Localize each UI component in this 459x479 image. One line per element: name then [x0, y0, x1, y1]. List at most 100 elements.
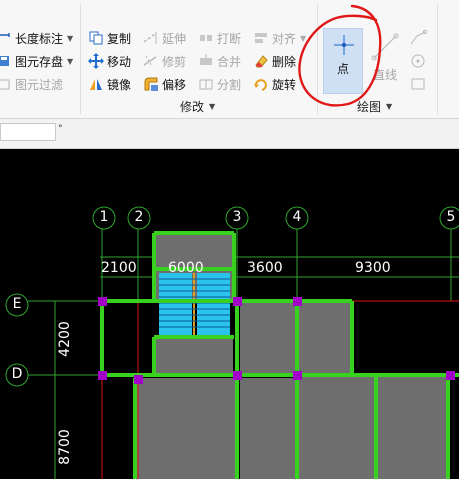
trim-icon	[143, 53, 159, 69]
offset-icon	[143, 76, 159, 92]
stair-left	[159, 273, 192, 335]
draw-group-title: 绘图	[357, 100, 382, 114]
save-element-icon	[0, 53, 12, 69]
align-icon	[253, 30, 269, 46]
align-button[interactable]: 对齐 ▼	[253, 28, 306, 48]
split-label: 分割	[217, 77, 242, 92]
column-d2[interactable]	[134, 375, 143, 384]
extend-button[interactable]: 延伸	[143, 28, 186, 48]
rotate-label: 旋转	[272, 77, 297, 92]
circle-icon	[411, 54, 425, 68]
split-icon	[198, 76, 214, 92]
ribbon-toolbar: 长度标注 ▼ 图元存盘 ▼ 图元过滤 复制 移动 镜像 延伸 修剪 偏移 打断 …	[0, 0, 459, 119]
ribbon-separator	[437, 4, 438, 114]
break-button[interactable]: 打断	[198, 28, 241, 48]
column-d3[interactable]	[233, 371, 242, 380]
element-filter-button[interactable]: 图元过滤	[0, 74, 63, 94]
rectangle-button[interactable]	[408, 74, 428, 94]
filter-icon	[0, 76, 12, 92]
column-d1[interactable]	[98, 371, 107, 380]
merge-icon	[198, 53, 214, 69]
axis-label-4: 4	[292, 209, 302, 225]
column-e4[interactable]	[293, 297, 302, 306]
copy-button[interactable]: 复制	[88, 28, 131, 48]
slab-e34	[240, 303, 296, 375]
circle-button[interactable]	[408, 51, 428, 71]
dim-2100: 2100	[101, 260, 137, 276]
drawing-canvas[interactable]: 1 2 3 4 5 E D 2100 6000 3600 9300 4200 8…	[0, 149, 459, 479]
move-icon	[88, 53, 104, 69]
break-icon	[198, 30, 214, 46]
delete-button[interactable]: 删除	[253, 51, 296, 71]
dim-3600: 3600	[247, 260, 283, 276]
dim-8700: 8700	[57, 429, 73, 465]
copy-label: 复制	[107, 31, 132, 46]
axis-label-d: D	[11, 366, 23, 382]
split-button[interactable]: 分割	[198, 74, 241, 94]
move-button[interactable]: 移动	[88, 51, 131, 71]
line-button[interactable]	[368, 28, 402, 68]
break-label: 打断	[217, 31, 242, 46]
rotate-icon	[253, 76, 269, 92]
axis-label-5: 5	[446, 209, 456, 225]
element-filter-label: 图元过滤	[15, 77, 64, 92]
merge-label: 合并	[217, 54, 242, 69]
line-label-button[interactable]: 直线	[373, 64, 397, 84]
property-bar: °	[0, 119, 459, 149]
trim-button[interactable]: 修剪	[143, 51, 186, 71]
point-button[interactable]: 点	[323, 28, 363, 94]
column-d5[interactable]	[446, 371, 455, 380]
stair	[159, 273, 230, 335]
rotate-button[interactable]: 旋转	[253, 74, 296, 94]
ribbon-separator	[317, 4, 318, 114]
extend-label: 延伸	[162, 31, 187, 46]
offset-label: 偏移	[162, 77, 187, 92]
save-element-button[interactable]: 图元存盘 ▼	[0, 51, 73, 71]
extend-icon	[143, 30, 159, 46]
column-e3[interactable]	[233, 297, 242, 306]
chevron-down-icon: ▼	[300, 33, 307, 43]
dim-4200: 4200	[57, 321, 73, 357]
ribbon-separator	[80, 4, 81, 114]
slab-d23	[137, 378, 239, 479]
copy-icon	[88, 30, 104, 46]
axis-label-2: 2	[134, 209, 144, 225]
offset-button[interactable]: 偏移	[143, 74, 186, 94]
point-label: 点	[336, 62, 349, 76]
modify-group-title: 修改	[180, 100, 205, 114]
chevron-down-icon: ▼	[209, 102, 216, 111]
delete-icon	[253, 53, 269, 69]
line-label: 直线	[373, 67, 398, 82]
slab-d34	[240, 378, 296, 479]
polyline-button[interactable]	[408, 28, 428, 48]
mirror-icon	[88, 76, 104, 92]
merge-button[interactable]: 合并	[198, 51, 241, 71]
slab-d45a	[299, 375, 375, 479]
axis-label-e: E	[12, 296, 22, 312]
length-dimension-button[interactable]: 长度标注 ▼	[0, 28, 73, 48]
polyline-icon	[410, 29, 428, 45]
trim-label: 修剪	[162, 54, 187, 69]
chevron-down-icon: ▼	[67, 33, 74, 43]
mirror-button[interactable]: 镜像	[88, 74, 131, 94]
column-e1[interactable]	[98, 297, 107, 306]
align-label: 对齐	[272, 31, 297, 46]
move-label: 移动	[107, 54, 132, 69]
stair-right	[197, 273, 230, 335]
column-d4[interactable]	[293, 371, 302, 380]
axis-label-1: 1	[99, 209, 109, 225]
chevron-down-icon: ▼	[67, 56, 74, 66]
slab-d45b	[377, 375, 447, 479]
degree-symbol: °	[58, 124, 63, 134]
draw-group-label[interactable]: 绘图 ▼	[357, 98, 392, 115]
chevron-down-icon: ▼	[386, 102, 393, 111]
modify-group-label[interactable]: 修改 ▼	[180, 98, 215, 115]
length-dimension-label: 长度标注	[15, 31, 64, 46]
slab-e45	[298, 303, 352, 375]
line-icon	[371, 33, 399, 61]
axis-label-3: 3	[232, 209, 242, 225]
slab-mid	[156, 337, 233, 375]
save-element-label: 图元存盘	[15, 54, 64, 69]
dim-9300: 9300	[355, 260, 391, 276]
angle-input[interactable]	[0, 123, 56, 141]
